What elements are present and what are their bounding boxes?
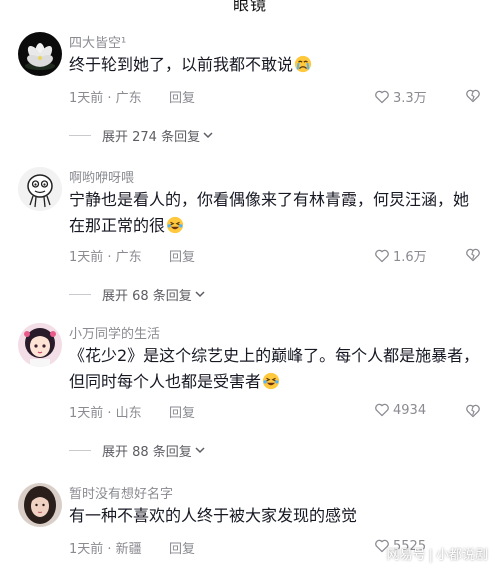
comment-text: 《花少2》是这个综艺史上的巅峰了。每个人都是施暴者，但同时每个人也都是受害者 xyxy=(69,346,480,391)
username[interactable]: 四大皆空¹ xyxy=(69,32,126,51)
expand-label: 展开 88 条回复 xyxy=(102,444,192,460)
dislike-button[interactable] xyxy=(465,88,481,104)
username[interactable]: 暂时没有想好名字 xyxy=(69,483,173,502)
divider-line xyxy=(69,293,91,295)
username[interactable]: 小万同学的生活 xyxy=(69,323,160,342)
expand-replies-button[interactable]: 展开 274 条回复 xyxy=(69,125,214,145)
expand-replies-button[interactable]: 展开 68 条回复 xyxy=(69,284,206,304)
anime-girl-icon xyxy=(18,323,62,367)
broken-heart-icon xyxy=(466,404,480,418)
source-watermark: 网易号 | 小都说剧 xyxy=(387,544,488,563)
time-location: 1天前 · 新疆 xyxy=(69,542,142,557)
like-button[interactable]: 1.6万 xyxy=(374,246,427,265)
top-cut-text: 眼镜 xyxy=(232,0,267,14)
time-location: 1天前 · 广东 xyxy=(69,91,142,106)
watermark-source: 网易号 xyxy=(386,548,426,563)
dislike-button[interactable] xyxy=(465,403,481,419)
dislike-button[interactable] xyxy=(465,247,481,263)
chevron-down-icon xyxy=(203,132,213,139)
lotus-icon xyxy=(18,32,62,76)
expand-replies-button[interactable]: 展开 88 条回复 xyxy=(69,440,206,460)
comment-text: 宁静也是看人的，你看偶像来了有林青霞，何炅汪涵，她在那正常的很 xyxy=(69,190,470,235)
girl-photo-icon xyxy=(18,483,62,527)
like-button[interactable]: 4934 xyxy=(374,402,426,418)
laughing-crying-emoji xyxy=(262,372,280,390)
cartoon-face-icon xyxy=(18,167,62,211)
comment-meta: 1天前 · 山东 回复 4934 xyxy=(69,402,484,422)
avatar-anime-girl[interactable] xyxy=(18,323,62,367)
heart-icon xyxy=(375,249,389,262)
time-location: 1天前 · 山东 xyxy=(69,406,142,421)
reply-button[interactable]: 回复 xyxy=(169,246,195,265)
avatar-lotus[interactable] xyxy=(18,32,62,76)
avatar-cartoon[interactable] xyxy=(18,167,62,211)
divider-line xyxy=(69,134,91,136)
comment-meta: 1天前 · 广东 回复 1.6万 xyxy=(69,246,484,266)
laughing-crying-emoji xyxy=(166,216,184,234)
watermark-separator: | xyxy=(428,548,433,563)
comment-meta: 1天前 · 广东 回复 3.3万 xyxy=(69,87,484,107)
broken-heart-icon xyxy=(466,248,480,262)
reply-button[interactable]: 回复 xyxy=(169,402,195,421)
like-count: 3.3万 xyxy=(393,91,427,106)
watermark-author: 小都说剧 xyxy=(435,548,488,563)
time-location: 1天前 · 广东 xyxy=(69,250,142,265)
reply-button[interactable]: 回复 xyxy=(169,87,195,106)
like-count: 1.6万 xyxy=(393,250,427,265)
like-count: 4934 xyxy=(393,402,427,418)
expand-label: 展开 68 条回复 xyxy=(102,288,192,304)
reply-button[interactable]: 回复 xyxy=(169,538,195,557)
crying-face-emoji xyxy=(294,55,312,73)
avatar-girl-photo[interactable] xyxy=(18,483,62,527)
divider-line xyxy=(69,449,91,451)
chevron-down-icon xyxy=(195,291,205,298)
broken-heart-icon xyxy=(466,89,480,103)
comment-text: 有一种不喜欢的人终于被大家发现的感觉 xyxy=(69,506,358,525)
comment-text: 终于轮到她了，以前我都不敢说 xyxy=(69,52,484,78)
heart-icon xyxy=(375,403,389,417)
heart-icon xyxy=(375,90,389,103)
like-button[interactable]: 3.3万 xyxy=(374,87,427,106)
expand-label: 展开 274 条回复 xyxy=(102,129,201,145)
chevron-down-icon xyxy=(195,447,205,454)
username[interactable]: 啊哟咿呀喂 xyxy=(69,167,134,186)
